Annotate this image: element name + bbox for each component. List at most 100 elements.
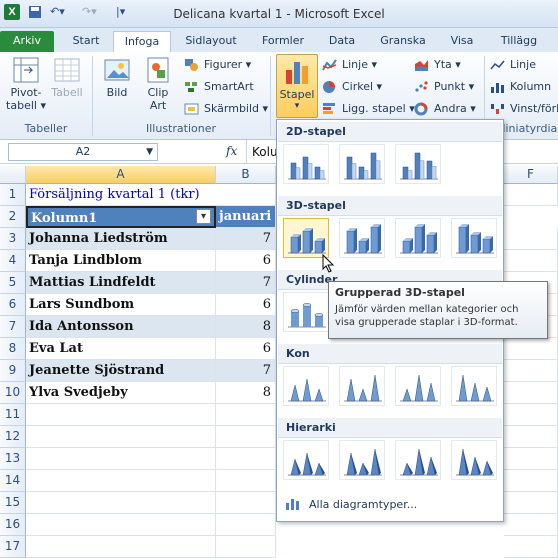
cell-a[interactable]: Eva Lat bbox=[26, 338, 216, 360]
cell-b[interactable]: 7 bbox=[216, 360, 276, 382]
cell-b[interactable] bbox=[216, 448, 276, 470]
cell-b[interactable]: 6 bbox=[216, 294, 276, 316]
cell-b[interactable]: 6 bbox=[216, 338, 276, 360]
image-button[interactable]: Bild bbox=[100, 56, 134, 99]
cell-f[interactable] bbox=[504, 536, 558, 558]
cell-a[interactable]: Försäljning kvartal 1 (tkr) bbox=[26, 184, 216, 206]
row-header[interactable]: 5 bbox=[0, 272, 26, 294]
cell-a[interactable]: Mattias Lindfeldt bbox=[26, 272, 216, 294]
cell-b[interactable] bbox=[216, 426, 276, 448]
cell-b[interactable]: 8 bbox=[216, 382, 276, 404]
cell-f[interactable] bbox=[504, 426, 558, 448]
other-charts-button[interactable]: Andra ▾ bbox=[414, 100, 476, 118]
pivot-table-button[interactable]: Pivot- tabell ▾ bbox=[6, 56, 46, 112]
cell-f[interactable] bbox=[504, 250, 558, 272]
chart-type-pyr-2[interactable] bbox=[339, 440, 385, 480]
cell-b[interactable] bbox=[216, 470, 276, 492]
tab-data[interactable]: Data bbox=[322, 31, 362, 52]
cell-a[interactable]: Johanna Liedström bbox=[26, 228, 216, 250]
cell-a[interactable] bbox=[26, 470, 216, 492]
all-chart-types-link[interactable]: Alla diagramtyper... bbox=[285, 498, 417, 511]
chart-type-col2d-2[interactable] bbox=[339, 144, 385, 184]
tab-formler[interactable]: Formler bbox=[255, 31, 311, 52]
area-chart-button[interactable]: Yta ▾ bbox=[414, 56, 461, 74]
cell-a[interactable] bbox=[26, 448, 216, 470]
cell-a[interactable] bbox=[26, 536, 216, 558]
chart-type-cone-1[interactable] bbox=[283, 366, 329, 406]
chart-type-pyr-4[interactable] bbox=[451, 440, 497, 480]
cell-a[interactable]: Ida Antonsson bbox=[26, 316, 216, 338]
tab-arkiv[interactable]: Arkiv bbox=[0, 31, 54, 52]
column-header-b[interactable]: B bbox=[216, 166, 276, 184]
row-header[interactable]: 13 bbox=[0, 448, 26, 470]
insert-function-icon[interactable]: fx bbox=[226, 144, 237, 158]
bar-chart-button[interactable]: Ligg. stapel ▾ bbox=[322, 100, 415, 118]
cell-b[interactable]: 7 bbox=[216, 228, 276, 250]
line-chart-button[interactable]: Linje ▾ bbox=[322, 56, 377, 74]
chart-type-col3d-2[interactable] bbox=[339, 218, 385, 258]
chart-type-pyr-3[interactable] bbox=[395, 440, 441, 480]
cell-b[interactable]: 7 bbox=[216, 272, 276, 294]
cell-b[interactable] bbox=[216, 514, 276, 536]
cell-b[interactable] bbox=[216, 492, 276, 514]
cell-f[interactable] bbox=[504, 404, 558, 426]
row-header[interactable]: 10 bbox=[0, 382, 26, 404]
chart-type-cone-3[interactable] bbox=[395, 366, 441, 406]
row-header[interactable]: 9 bbox=[0, 360, 26, 382]
column-header-a[interactable]: A bbox=[26, 166, 216, 184]
cell-f[interactable] bbox=[504, 514, 558, 536]
row-header[interactable]: 1 bbox=[0, 184, 26, 206]
cell-f[interactable] bbox=[504, 492, 558, 514]
row-header[interactable]: 7 bbox=[0, 316, 26, 338]
sparkline-line-button[interactable]: Linje bbox=[490, 56, 536, 74]
cell-a[interactable] bbox=[26, 492, 216, 514]
sparkline-winloss-button[interactable]: Vinst/förl bbox=[490, 100, 558, 118]
cell-a[interactable]: Lars Sundbom bbox=[26, 294, 216, 316]
sparkline-column-button[interactable]: Kolumn bbox=[490, 78, 551, 96]
row-header[interactable]: 16 bbox=[0, 514, 26, 536]
column-chart-button[interactable]: Stapel ▾ bbox=[276, 54, 318, 118]
cell-b[interactable]: 8 bbox=[216, 316, 276, 338]
cell-a[interactable]: Tanja Lindblom bbox=[26, 250, 216, 272]
row-header[interactable]: 3 bbox=[0, 228, 26, 250]
name-box[interactable]: A2 ▼ bbox=[8, 143, 158, 161]
row-header[interactable]: 4 bbox=[0, 250, 26, 272]
chart-type-col2d-1[interactable] bbox=[283, 144, 329, 184]
row-header[interactable]: 14 bbox=[0, 470, 26, 492]
chart-type-cone-4[interactable] bbox=[451, 366, 497, 406]
smartart-button[interactable]: SmartArt bbox=[184, 78, 254, 96]
row-header[interactable]: 11 bbox=[0, 404, 26, 426]
chart-type-col3d-1[interactable] bbox=[283, 218, 329, 258]
pie-chart-button[interactable]: Cirkel ▾ bbox=[322, 78, 382, 96]
tab-start[interactable]: Start bbox=[64, 31, 108, 52]
tab-sidlayout[interactable]: Sidlayout bbox=[178, 31, 244, 52]
cell-f[interactable] bbox=[504, 338, 558, 360]
screenshot-button[interactable]: Skärmbild ▾ bbox=[184, 100, 268, 118]
cell-f[interactable] bbox=[504, 360, 558, 382]
clip-art-button[interactable]: Clip Art bbox=[140, 56, 176, 112]
tab-visa[interactable]: Visa bbox=[444, 31, 480, 52]
scatter-chart-button[interactable]: Punkt ▾ bbox=[414, 78, 474, 96]
cell-a[interactable] bbox=[26, 514, 216, 536]
cell-b[interactable] bbox=[216, 184, 276, 206]
cell-a[interactable]: Kolumn1 bbox=[26, 206, 216, 228]
row-header[interactable]: 17 bbox=[0, 536, 26, 558]
chart-type-col3d-3[interactable] bbox=[395, 218, 441, 258]
cell-f[interactable] bbox=[504, 470, 558, 492]
filter-dropdown-icon[interactable]: ▾ bbox=[196, 209, 211, 224]
cell-a[interactable]: Ylva Svedjeby bbox=[26, 382, 216, 404]
select-all-corner[interactable] bbox=[0, 166, 26, 184]
cell-f[interactable] bbox=[504, 184, 558, 206]
cell-b[interactable]: 6 bbox=[216, 250, 276, 272]
tab-granska[interactable]: Granska bbox=[374, 31, 432, 52]
shapes-button[interactable]: Figurer ▾ bbox=[184, 56, 251, 74]
chart-type-col3d-4[interactable] bbox=[451, 218, 497, 258]
tab-infoga[interactable]: Infoga bbox=[113, 31, 171, 52]
cell-a[interactable] bbox=[26, 426, 216, 448]
row-header[interactable]: 2 bbox=[0, 206, 26, 228]
row-header[interactable]: 8 bbox=[0, 338, 26, 360]
formula-input[interactable]: Kolu bbox=[252, 145, 278, 159]
cell-b[interactable]: januari bbox=[216, 206, 276, 228]
column-header-f[interactable]: F bbox=[504, 166, 558, 184]
row-header[interactable]: 12 bbox=[0, 426, 26, 448]
